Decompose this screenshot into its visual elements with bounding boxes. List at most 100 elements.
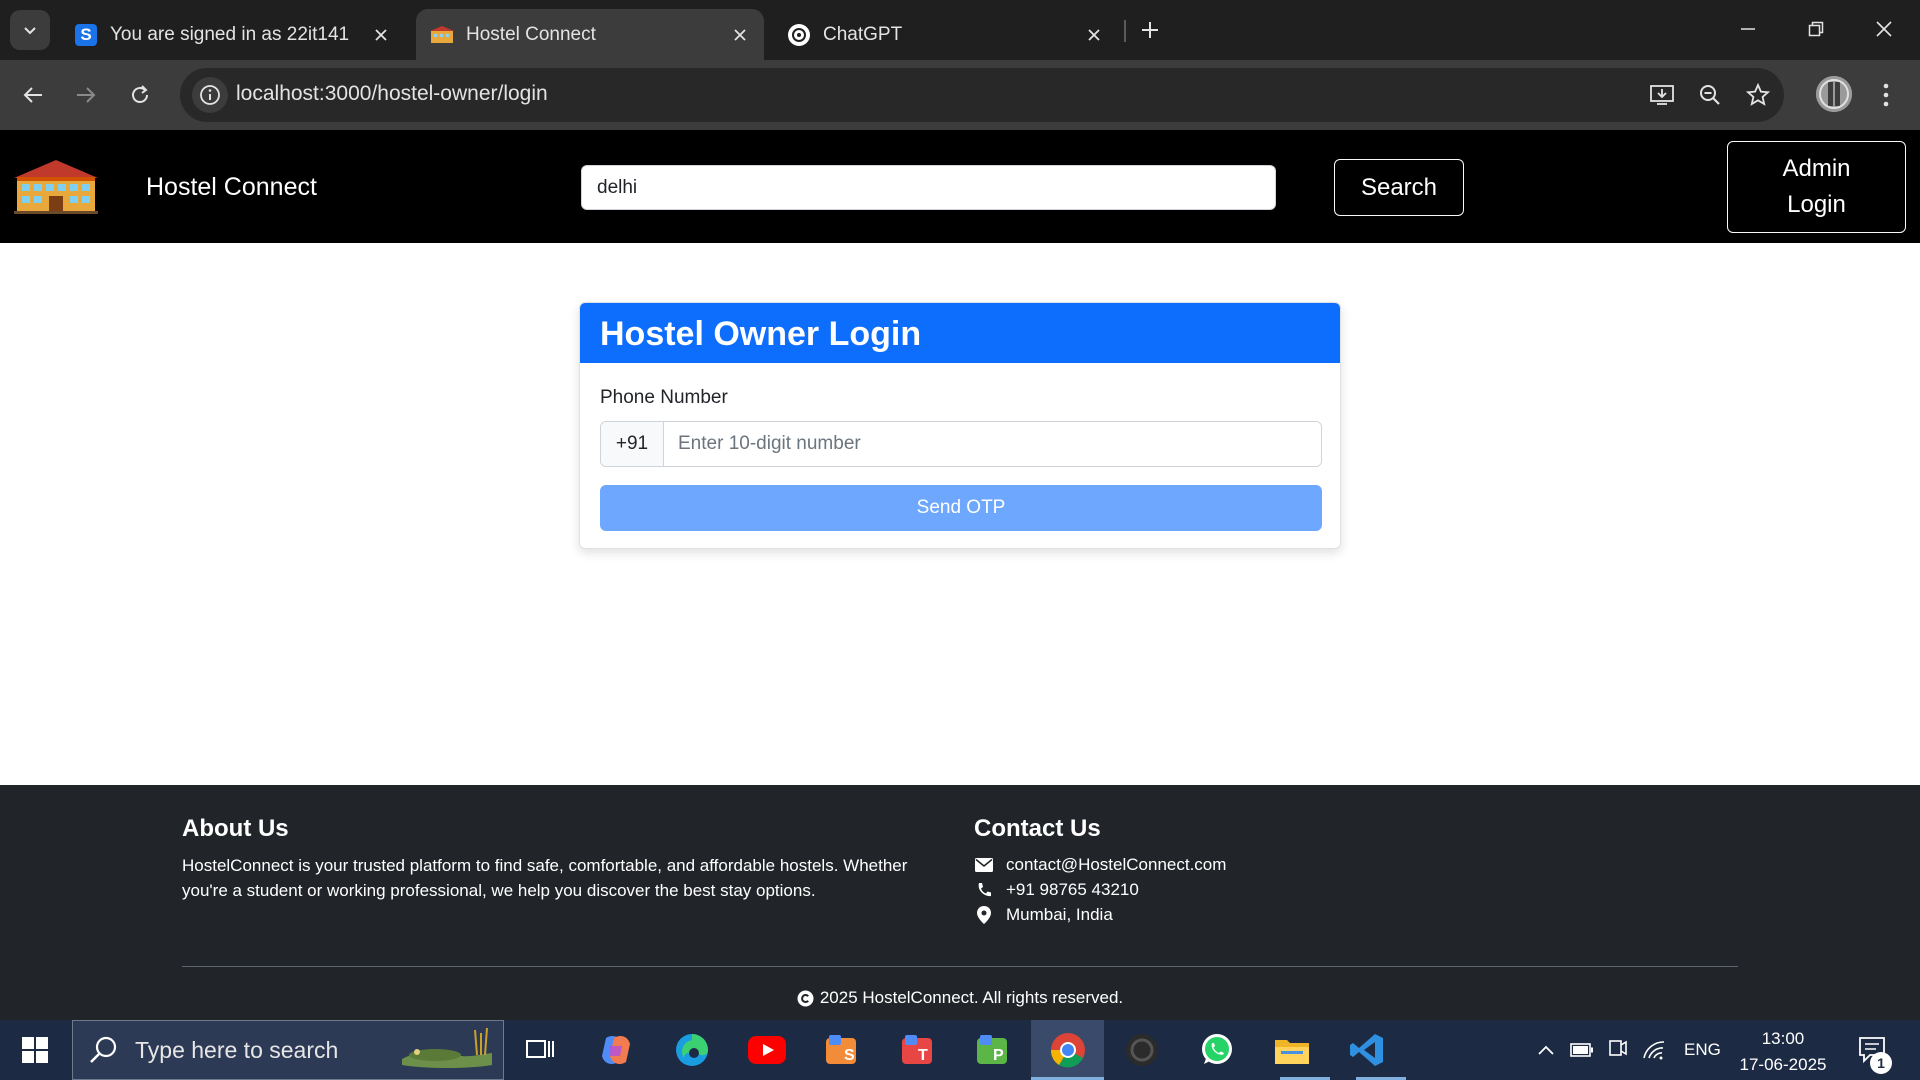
browser-toolbar: localhost:3000/hostel-owner/login xyxy=(0,60,1920,130)
chatgpt-icon xyxy=(787,23,811,47)
envelope-icon xyxy=(974,856,994,874)
tab-search-button[interactable] xyxy=(10,10,50,50)
copilot-icon[interactable] xyxy=(594,1028,638,1072)
notification-count-badge: 1 xyxy=(1870,1052,1892,1074)
arrow-left-icon xyxy=(23,87,42,103)
contact-us-heading: Contact Us xyxy=(974,815,1101,842)
back-button[interactable] xyxy=(12,74,54,116)
edge-browser-icon[interactable] xyxy=(670,1028,714,1072)
github-desktop-icon[interactable] xyxy=(1120,1028,1164,1072)
search-input-value: delhi xyxy=(597,176,638,198)
start-button[interactable] xyxy=(0,1020,70,1080)
site-info-icon[interactable] xyxy=(192,77,228,113)
zoom-out-icon[interactable] xyxy=(1694,79,1726,111)
clock-time: 13:00 xyxy=(1761,1029,1805,1048)
phone-number-label: Phone Number xyxy=(600,387,728,408)
avatar-icon xyxy=(1816,76,1852,112)
restore-button[interactable] xyxy=(1788,6,1844,52)
svg-text:S: S xyxy=(844,1047,855,1064)
youtube-icon[interactable] xyxy=(745,1028,789,1072)
taskbar-clock[interactable]: 13:00 17-06-2025 xyxy=(1728,1026,1838,1078)
browser-menu-button[interactable] xyxy=(1870,76,1902,114)
contact-phone-text: +91 98765 43210 xyxy=(1006,880,1139,899)
windows-taskbar: Type here to search S T P ENG 13:00 17-0… xyxy=(0,1020,1920,1080)
url-text: localhost:3000/hostel-owner/login xyxy=(236,82,548,105)
map-pin-icon xyxy=(974,906,994,924)
tab-title: You are signed in as 22it141 xyxy=(110,23,350,45)
close-icon xyxy=(1876,21,1892,37)
minimize-icon xyxy=(1741,28,1755,30)
profile-avatar[interactable] xyxy=(1816,76,1852,112)
contact-location-text: Mumbai, India xyxy=(1006,905,1113,924)
docs-app-icon[interactable]: P xyxy=(971,1028,1015,1072)
restore-icon xyxy=(1808,21,1824,37)
site-footer: About Us HostelConnect is your trusted p… xyxy=(0,785,1920,1020)
taskbar-search-box[interactable]: Type here to search xyxy=(72,1020,504,1080)
wifi-icon[interactable] xyxy=(1632,1028,1676,1072)
tab-chatgpt[interactable]: ChatGPT xyxy=(773,9,1118,60)
brand-name[interactable]: Hostel Connect xyxy=(146,173,317,202)
close-icon[interactable] xyxy=(1080,21,1108,49)
whatsapp-icon[interactable] xyxy=(1195,1028,1239,1072)
tab-signed-in[interactable]: S You are signed in as 22it141 xyxy=(60,9,405,60)
tab-title: Hostel Connect xyxy=(466,23,596,45)
close-icon[interactable] xyxy=(367,21,395,49)
hostel-logo[interactable] xyxy=(14,160,98,214)
slides-app-icon[interactable]: S xyxy=(820,1028,864,1072)
browser-tab-strip: S You are signed in as 22it141 Hostel Co… xyxy=(0,0,1920,60)
site-navbar: Hostel Connect delhi Search Admin Login xyxy=(0,130,1920,243)
country-code-prefix: +91 xyxy=(601,422,664,466)
reload-icon xyxy=(132,85,148,103)
copyright: 2025 HostelConnect. All rights reserved. xyxy=(0,988,1920,1008)
search-icon xyxy=(90,1036,117,1063)
admin-login-button[interactable]: Admin Login xyxy=(1727,141,1906,233)
about-us-text: HostelConnect is your trusted platform t… xyxy=(182,856,908,900)
close-window-button[interactable] xyxy=(1856,6,1912,52)
install-app-icon[interactable] xyxy=(1646,79,1678,111)
forward-button[interactable] xyxy=(65,74,107,116)
svg-text:T: T xyxy=(918,1047,928,1064)
new-tab-button[interactable] xyxy=(1132,12,1168,48)
hostel-search-input[interactable]: delhi xyxy=(581,165,1276,210)
plus-icon xyxy=(1142,22,1158,38)
copyright-icon xyxy=(797,990,814,1006)
minimize-button[interactable] xyxy=(1720,6,1776,52)
contact-email-text: contact@HostelConnect.com xyxy=(1006,855,1227,874)
taskbar-search-placeholder: Type here to search xyxy=(135,1036,339,1063)
close-icon[interactable] xyxy=(726,21,754,49)
copyright-text: 2025 HostelConnect. All rights reserved. xyxy=(819,988,1124,1007)
input-language[interactable]: ENG xyxy=(1684,1040,1721,1060)
chevron-down-icon xyxy=(24,27,36,35)
windows-logo-icon xyxy=(22,1037,48,1063)
hostel-owner-login-card: Hostel Owner Login Phone Number +91 Send… xyxy=(579,302,1341,549)
about-us-heading: About Us xyxy=(182,815,289,842)
vscode-icon[interactable] xyxy=(1345,1028,1389,1072)
arrow-right-icon xyxy=(77,87,96,103)
news-app-icon[interactable]: T xyxy=(896,1028,940,1072)
svg-text:P: P xyxy=(993,1047,1004,1064)
contact-phone: +91 98765 43210 xyxy=(974,880,1139,900)
tab-hostel-connect[interactable]: Hostel Connect xyxy=(416,9,764,60)
contact-email: contact@HostelConnect.com xyxy=(974,855,1226,875)
reload-button[interactable] xyxy=(119,74,161,116)
phone-icon xyxy=(974,881,994,899)
footer-divider xyxy=(182,966,1738,967)
contact-location: Mumbai, India xyxy=(974,905,1113,925)
bookmark-star-icon[interactable] xyxy=(1742,79,1774,111)
file-explorer-icon[interactable] xyxy=(1270,1028,1314,1072)
tab-title: ChatGPT xyxy=(823,23,903,45)
s-app-icon: S xyxy=(74,23,98,47)
task-view-icon[interactable] xyxy=(518,1028,562,1072)
kebab-menu-icon xyxy=(1883,83,1889,107)
address-bar[interactable]: localhost:3000/hostel-owner/login xyxy=(180,68,1784,122)
chrome-icon[interactable] xyxy=(1046,1028,1090,1072)
admin-login-label: Admin Login xyxy=(1782,155,1851,218)
tab-divider xyxy=(1124,20,1126,42)
card-title: Hostel Owner Login xyxy=(580,303,1340,363)
phone-number-input[interactable] xyxy=(664,422,1321,466)
search-highlight-image xyxy=(402,1027,492,1068)
hostel-favicon-icon xyxy=(430,23,454,47)
send-otp-button[interactable]: Send OTP xyxy=(600,485,1322,531)
clock-date: 17-06-2025 xyxy=(1739,1055,1827,1074)
search-button[interactable]: Search xyxy=(1334,159,1464,216)
